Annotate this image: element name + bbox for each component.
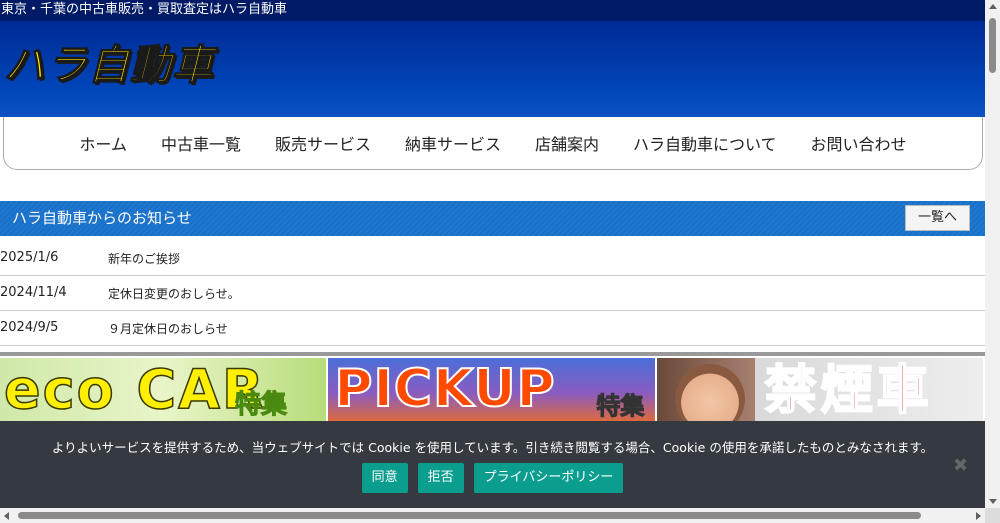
non-smoking-banner-title: 禁煙車 [764,361,933,421]
news-link[interactable]: 新年のご挨拶 [108,250,180,267]
news-link[interactable]: 定休日変更のおしらせ。 [108,285,240,302]
main-nav: ホーム 中古車一覧 販売サービス 納車サービス 店舗案内 ハラ自動車について お… [3,117,983,170]
news-title: ハラ自動車からのお知らせ [12,209,192,227]
nav-item-contact[interactable]: お問い合わせ [794,131,924,155]
site-tagline: 東京・千葉の中古車販売・買取査定はハラ自動車 [1,2,288,17]
site-tagline-bar: 東京・千葉の中古車販売・買取査定はハラ自動車 [0,0,985,21]
non-smoking-banner[interactable]: 禁煙車 [656,358,983,422]
nav-item-store-info[interactable]: 店舗案内 [518,131,616,155]
page-viewport: 東京・千葉の中古車販売・買取査定はハラ自動車 ハラ自動車 ホーム 中古車一覧 販… [0,0,985,508]
site-header: ハラ自動車 [0,21,985,117]
news-header-bar: ハラ自動車からのお知らせ 一覧へ [0,201,985,236]
eco-car-banner-subtitle: 特集 [234,390,288,421]
horizontal-scrollbar[interactable] [0,508,985,523]
horizontal-scroll-thumb[interactable] [18,512,921,519]
cookie-reject-button[interactable]: 拒否 [417,463,464,493]
scrollbar-corner [985,508,1000,523]
cookie-message: よりよいサービスを提供するため、当ウェブサイトでは Cookie を使用していま… [51,440,934,455]
pickup-banner[interactable]: PICKUP 特集 [328,358,655,422]
sleeping-child-image [674,364,745,422]
scroll-left-arrow-icon[interactable] [4,512,9,520]
news-item: 2024/9/5 ９月定休日のおしらせ [0,311,985,346]
news-date: 2024/9/5 [0,320,59,335]
news-link[interactable]: ９月定休日のおしらせ [108,320,228,337]
banner-divider [0,352,985,356]
close-icon[interactable]: ✖ [953,455,968,476]
news-item: 2024/11/4 定休日変更のおしらせ。 [0,276,985,311]
cookie-accept-button[interactable]: 同意 [361,463,408,493]
scroll-up-arrow-icon[interactable] [989,4,997,9]
pickup-banner-title: PICKUP [333,359,556,419]
feature-banners: eco CAR 特集 PICKUP 特集 禁煙車 [0,358,985,422]
cookie-button-group: 同意 拒否 プライバシーポリシー [0,463,985,493]
nav-item-about[interactable]: ハラ自動車について [616,131,794,155]
nav-item-home[interactable]: ホーム [62,131,144,155]
news-date: 2024/11/4 [0,285,67,300]
vertical-scroll-thumb[interactable] [989,18,996,73]
pickup-banner-subtitle: 特集 [596,392,645,421]
cookie-consent-banner: よりよいサービスを提供するため、当ウェブサイトでは Cookie を使用していま… [0,421,985,508]
vertical-scrollbar[interactable] [985,0,1000,508]
news-date: 2025/1/6 [0,250,59,265]
privacy-policy-button[interactable]: プライバシーポリシー [473,463,624,493]
site-logo[interactable]: ハラ自動車 [3,40,214,89]
nav-item-delivery-service[interactable]: 納車サービス [388,131,518,155]
nav-item-sales-service[interactable]: 販売サービス [258,131,388,155]
eco-car-banner[interactable]: eco CAR 特集 [0,358,327,422]
news-list-button[interactable]: 一覧へ [905,205,970,231]
eco-car-banner-title: eco CAR [3,358,266,421]
news-item: 2025/1/6 新年のご挨拶 [0,241,985,276]
scroll-right-arrow-icon[interactable] [976,512,981,520]
scroll-down-arrow-icon[interactable] [989,499,997,504]
nav-item-used-cars[interactable]: 中古車一覧 [144,131,258,155]
news-list: 2025/1/6 新年のご挨拶 2024/11/4 定休日変更のおしらせ。 20… [0,241,985,346]
